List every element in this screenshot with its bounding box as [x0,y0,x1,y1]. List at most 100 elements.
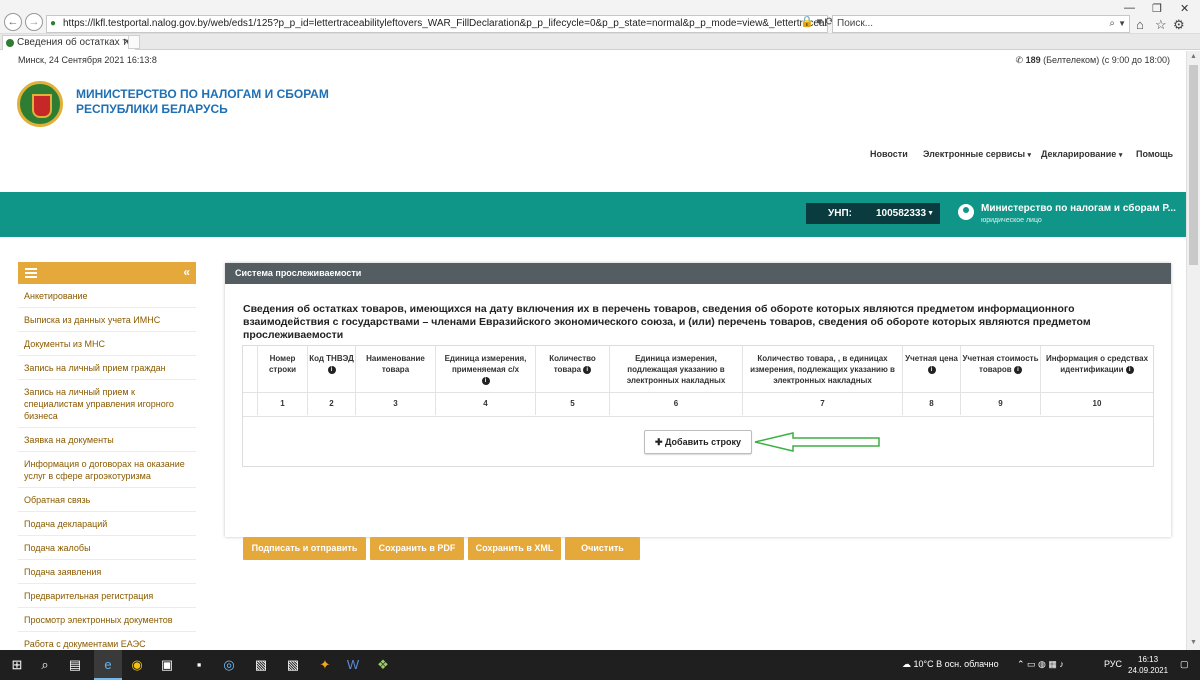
new-tab-button[interactable] [128,35,140,49]
col-number: 4 [436,392,536,415]
sidebar-item-eaeu-documents[interactable]: Работа с документами ЕАЭС [18,632,196,650]
chevron-down-icon[interactable]: ▼ [1118,16,1126,32]
add-row-button[interactable]: ✚ Добавить строку [644,430,752,454]
user-name[interactable]: Министерство по налогам и сборам Р... [981,203,1176,214]
user-icon[interactable] [958,204,974,220]
sidebar-item-complaint[interactable]: Подача жалобы [18,536,196,560]
save-xml-button[interactable]: Сохранить в XML [468,537,561,560]
file-explorer-icon[interactable]: ▤ [66,656,84,674]
brand-title-line1[interactable]: МИНИСТЕРСТВО ПО НАЛОГАМ И СБОРАМ [76,87,329,101]
app-icon[interactable]: ❖ [374,656,392,674]
phone-info: ✆ 189 (Белтелеком) (с 9:00 до 18:00) [1016,55,1170,66]
sidebar-item-declarations[interactable]: Подача деклараций [18,512,196,536]
sidebar-item-feedback[interactable]: Обратная связь [18,488,196,512]
word-icon[interactable]: W [344,656,362,674]
nav-electronic-services[interactable]: Электронные сервисы ▾ [923,149,1031,159]
account-bar: УНП: 100582333 ▼ Министерство по налогам… [0,192,1186,237]
sidebar-item-mns-documents[interactable]: Документы из МНС [18,332,196,356]
col-header-price-label: Учетная цена [905,354,958,363]
col-header-cost-label: Учетная стоимость товаров [962,354,1039,374]
nav-services-label: Электронные сервисы [923,149,1026,159]
info-icon[interactable]: i [1013,365,1022,374]
col-header-unit-agri: Единица измерения, применяемая с/х i [436,346,536,392]
info-icon[interactable]: i [1125,365,1134,374]
ministry-emblem[interactable] [17,81,63,127]
weather-widget[interactable]: ☁ 10°C В осн. облачно [902,659,999,670]
collapse-icon[interactable]: « [183,265,190,279]
info-icon[interactable]: i [481,376,490,385]
user-type: юридическое лицо [981,217,1042,224]
scroll-thumb[interactable] [1189,65,1198,265]
info-icon[interactable]: i [583,365,592,374]
col-number: 7 [743,392,903,415]
nav-help[interactable]: Помощь [1136,149,1173,159]
info-icon[interactable]: i [927,365,936,374]
refresh-icon[interactable]: 🔒 ▾ ⟳ [800,15,835,28]
tray-icons[interactable]: ⌃ ▭ ◍ ▦ ♪ [1017,659,1064,670]
language-indicator[interactable]: РУС [1104,659,1122,669]
sidebar-item-agrotourism[interactable]: Информация о договорах на оказание услуг… [18,452,196,488]
url-bar[interactable]: ● https://lkfl.testportal.nalog.gov.by/w… [46,15,828,33]
app-icon[interactable]: ◎ [220,656,238,674]
browser-tab[interactable]: Сведения об остатках това... ✕ [2,35,136,50]
sidebar-item-document-request[interactable]: Заявка на документы [18,428,196,452]
chrome-icon[interactable]: ◉ [128,656,146,674]
sidebar-item-view-documents[interactable]: Просмотр электронных документов [18,608,196,632]
top-info-line: Минск, 24 Сентября 2021 16:13:8 ✆ 189 (Б… [0,51,1186,69]
gear-icon[interactable]: ⚙ [1173,17,1185,33]
sidebar-item-survey[interactable]: Анкетирование [18,284,196,308]
add-row-area: ✚ Добавить строку [243,416,1153,467]
sidebar-item-application[interactable]: Подача заявления [18,560,196,584]
caret-down-icon: ▾ [1027,152,1032,159]
add-row-label: Добавить строку [665,437,742,447]
maximize-icon[interactable]: ❐ [1152,2,1162,15]
traceability-panel: Система прослеживаемости Сведения об ост… [225,263,1171,560]
search-placeholder: Поиск... [837,18,874,29]
app-icon[interactable]: ✦ [316,656,334,674]
clear-button[interactable]: Очистить [565,537,640,560]
sidebar-item-preregistration[interactable]: Предварительная регистрация [18,584,196,608]
panel-title: Система прослеживаемости [225,263,1171,284]
forward-icon[interactable]: → [25,13,43,31]
home-icon[interactable]: ⌂ [1136,17,1144,32]
sidebar-item-citizen-appointment[interactable]: Запись на личный прием граждан [18,356,196,380]
browser-search-input[interactable]: Поиск... ⌕ ▼ [832,15,1130,33]
sign-and-send-button[interactable]: Подписать и отправить [243,537,366,560]
clock-date: 24.09.2021 [1128,666,1169,675]
site-favicon-icon [6,39,14,47]
minimize-icon[interactable]: — [1124,2,1135,14]
app-icon[interactable]: ▧ [252,656,270,674]
back-icon[interactable]: ← [4,13,22,31]
windows-start-icon[interactable]: ⊞ [8,656,26,674]
search-icon[interactable]: ⌕ [36,656,54,674]
close-window-icon[interactable]: ✕ [1180,2,1189,15]
unp-value: 100582333 [876,208,927,219]
system-clock[interactable]: 16:13 24.09.2021 [1128,654,1168,676]
app-icon[interactable]: ▣ [158,656,176,674]
page-scrollbar[interactable]: ▲ ▼ [1186,51,1200,650]
nav-declaring[interactable]: Декларирование ▾ [1041,149,1122,159]
info-icon[interactable]: i [327,365,336,374]
scroll-up-icon[interactable]: ▲ [1190,53,1197,60]
col-header-tnved-label: Код ТНВЭД [309,354,354,363]
nav-news[interactable]: Новости [870,149,908,159]
favorites-icon[interactable]: ☆ [1155,17,1167,33]
search-icon[interactable]: ⌕ [1109,16,1115,32]
col-header-goods-name: Наименование товара [356,346,436,392]
sidebar-item-imns-extract[interactable]: Выписка из данных учета ИМНС [18,308,196,332]
unp-selector[interactable]: УНП: 100582333 ▼ [806,203,940,224]
brand-title-line2[interactable]: РЕСПУБЛИКИ БЕЛАРУСЬ [76,102,228,116]
secure-site-icon: ● [50,18,57,29]
notification-icon[interactable]: ▢ [1180,659,1189,670]
goods-table: Номер строки Код ТНВЭД i Наименование то… [242,345,1154,467]
sidebar-item-gaming-appointment[interactable]: Запись на личный прием к специалистам уп… [18,380,196,428]
internet-explorer-icon[interactable]: e [99,656,117,674]
save-app-icon[interactable]: ▪ [190,656,208,674]
save-pdf-button[interactable]: Сохранить в PDF [370,537,464,560]
clock-time: 16:13 [1138,655,1159,664]
app-icon[interactable]: ▧ [284,656,302,674]
hamburger-icon[interactable] [25,268,37,278]
browser-toolbar: — ❐ ✕ ← → ● https://lkfl.testportal.nalo… [0,0,1200,34]
url-text: https://lkfl.testportal.nalog.gov.by/web… [63,18,827,29]
scroll-down-icon[interactable]: ▼ [1190,639,1197,646]
